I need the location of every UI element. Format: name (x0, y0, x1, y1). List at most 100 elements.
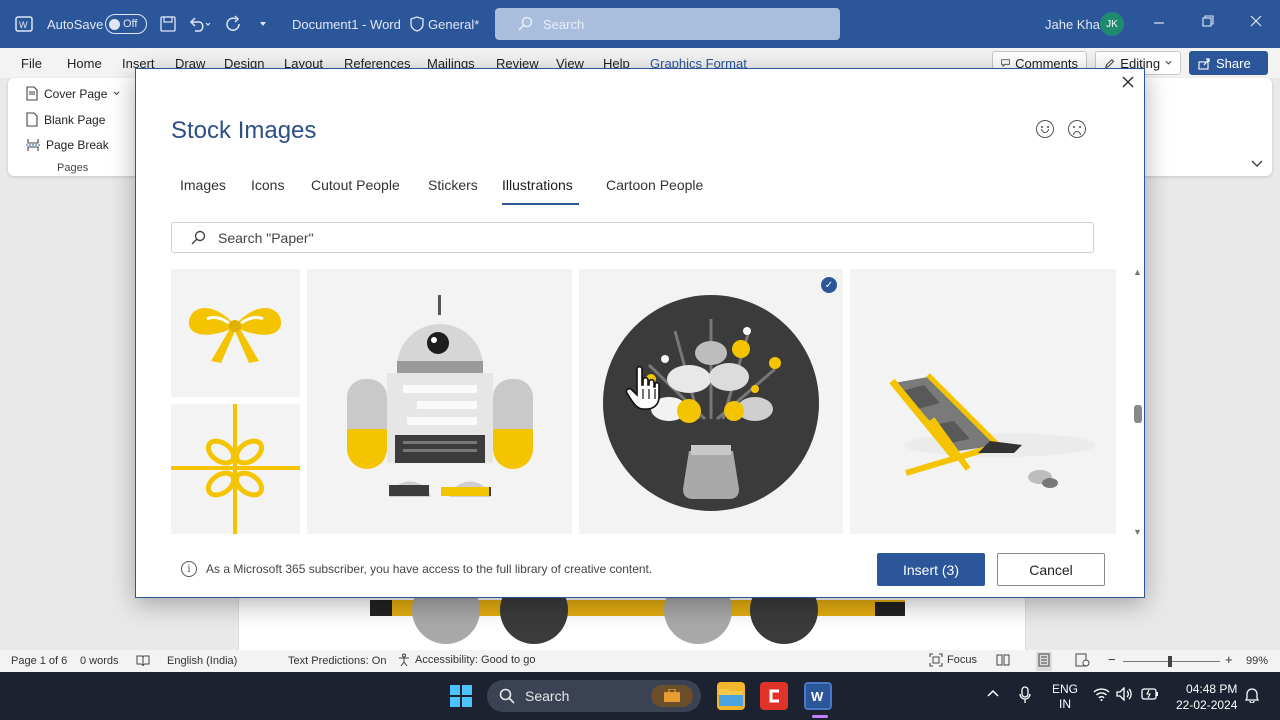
status-bar: Page 1 of 6 0 words English (India) Text… (0, 650, 1280, 672)
accessibility-icon (399, 653, 409, 667)
word-app-icon[interactable]: W (14, 0, 34, 48)
accessibility-status[interactable]: Accessibility: Good to go (397, 653, 535, 667)
accessibility-text: Accessibility: Good to go (415, 654, 536, 666)
zoom-in-icon[interactable]: + (1225, 652, 1233, 667)
autosave-toggle[interactable]: Off (105, 0, 147, 48)
avatar[interactable]: JK (1100, 12, 1124, 36)
zoom-out-icon[interactable]: − (1108, 652, 1116, 667)
selected-check-icon: ✓ (821, 277, 837, 293)
tray-overflow-icon[interactable] (986, 687, 1000, 701)
notifications-icon[interactable] (1244, 687, 1260, 706)
battery-icon[interactable] (1141, 688, 1159, 703)
title-search-box[interactable]: Search (495, 8, 840, 40)
scrollbar-thumb[interactable] (1134, 405, 1142, 423)
share-icon (1198, 57, 1210, 70)
focus-label: Focus (947, 654, 977, 666)
autosave-state: Off (123, 18, 138, 30)
title-bar: W AutoSave Off Document1 - Word General*… (0, 0, 1280, 48)
language[interactable]: English (India) (167, 655, 237, 667)
zoom-slider-thumb[interactable] (1168, 656, 1172, 667)
dialog-close-icon[interactable] (1121, 73, 1135, 94)
windows-start-icon[interactable] (450, 685, 472, 710)
customize-qat-icon[interactable] (258, 0, 268, 48)
read-mode-icon[interactable] (996, 653, 1010, 670)
page-break-icon (26, 139, 40, 151)
tab-file[interactable]: File (21, 56, 42, 71)
wifi-icon[interactable] (1093, 687, 1110, 704)
focus-button[interactable]: Focus (929, 653, 977, 667)
zoom-level[interactable]: 99% (1246, 655, 1268, 667)
share-label: Share (1216, 55, 1251, 71)
taskbar-search[interactable]: Search (487, 680, 701, 712)
redo-icon[interactable] (225, 0, 243, 48)
user-name[interactable]: Jahe Kha (1045, 0, 1100, 48)
ribbon-collapse-icon[interactable] (1251, 156, 1263, 171)
restore-icon[interactable] (1202, 14, 1214, 30)
svg-text:W: W (19, 20, 28, 30)
undo-icon[interactable] (188, 0, 212, 48)
illustration-grid: ✓ (171, 269, 1116, 534)
search-icon (191, 230, 206, 244)
windows-taskbar: Search W ENG IN 04:48 PM 22-02-2024 (0, 672, 1280, 720)
clock[interactable]: 04:48 PM 22-02-2024 (1176, 681, 1237, 713)
text-predictions[interactable]: Text Predictions: On (288, 655, 386, 667)
illustration-beach-chair[interactable] (850, 269, 1116, 534)
autosave-label: AutoSave (47, 16, 104, 32)
illustration-flower-bouquet[interactable]: ✓ (579, 269, 843, 534)
chevron-down-icon (1165, 60, 1172, 65)
smile-feedback-icon[interactable] (1036, 120, 1054, 138)
bus-illustration-bumper (370, 600, 392, 616)
search-icon (499, 688, 515, 704)
scroll-down-icon[interactable]: ▼ (1133, 527, 1142, 537)
input-language[interactable]: ENG IN (1052, 682, 1078, 712)
minimize-icon[interactable] (1153, 14, 1165, 30)
illustration-gift-ribbon[interactable] (171, 404, 300, 534)
tab-illustrations[interactable]: Illustrations (502, 177, 573, 193)
cover-page-icon (26, 86, 38, 101)
document-title: Document1 - Word (292, 16, 401, 32)
tab-stickers[interactable]: Stickers (428, 177, 478, 193)
active-tab-indicator (502, 203, 579, 205)
tab-images[interactable]: Images (180, 177, 226, 193)
page-count[interactable]: Page 1 of 6 (11, 655, 67, 667)
cover-page-button[interactable]: Cover Page (26, 86, 120, 101)
tab-cartoon-people[interactable]: Cartoon People (606, 177, 703, 193)
dialog-title: Stock Images (171, 117, 317, 144)
tab-icons[interactable]: Icons (251, 177, 284, 193)
file-explorer-icon[interactable] (717, 682, 745, 710)
close-window-icon[interactable] (1250, 14, 1262, 30)
search-icon (518, 16, 533, 31)
screen-recorder-icon[interactable] (760, 682, 788, 710)
blank-page-label: Blank Page (44, 112, 106, 127)
frown-feedback-icon[interactable] (1068, 120, 1086, 138)
tab-home[interactable]: Home (67, 56, 102, 71)
subscriber-info-text: As a Microsoft 365 subscriber, you have … (206, 562, 653, 576)
word-taskbar-icon[interactable]: W (804, 682, 832, 710)
shield-icon (410, 16, 424, 32)
cancel-button[interactable]: Cancel (997, 553, 1105, 586)
page-break-button[interactable]: Page Break (26, 138, 109, 152)
print-layout-icon[interactable] (1036, 652, 1052, 671)
scroll-up-icon[interactable]: ▲ (1133, 267, 1142, 277)
blank-page-button[interactable]: Blank Page (26, 112, 105, 127)
proofing-icon[interactable] (136, 655, 150, 670)
tab-cutout-people[interactable]: Cutout People (311, 177, 400, 193)
page-break-label: Page Break (46, 138, 109, 152)
stock-search-input[interactable]: Search "Paper" (171, 222, 1094, 253)
share-button[interactable]: Share (1189, 51, 1268, 75)
illustration-bow[interactable] (171, 269, 300, 397)
blank-page-icon (26, 112, 38, 127)
microphone-icon[interactable] (1019, 686, 1031, 707)
web-layout-icon[interactable] (1075, 653, 1090, 670)
volume-icon[interactable] (1116, 686, 1133, 704)
sensitivity-label[interactable]: General* (410, 0, 479, 48)
lang-bottom: IN (1059, 697, 1071, 711)
hand-cursor-icon (625, 365, 660, 410)
chevron-down-icon (113, 91, 120, 96)
illustration-robot[interactable] (307, 269, 572, 534)
info-icon: i (181, 561, 197, 577)
save-icon[interactable] (160, 0, 176, 48)
insert-button[interactable]: Insert (3) (877, 553, 985, 586)
word-count[interactable]: 0 words (80, 655, 119, 667)
stock-images-dialog: Stock Images Images Icons Cutout People … (135, 68, 1145, 598)
